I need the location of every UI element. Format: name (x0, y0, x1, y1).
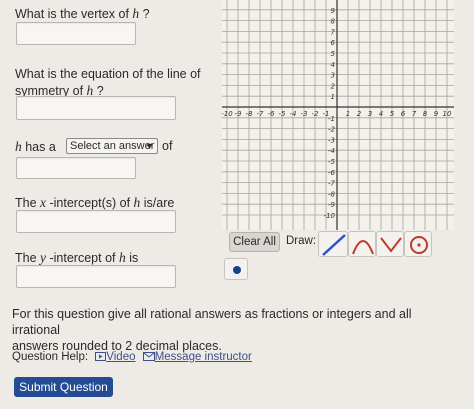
x-tick-label: 9 (434, 110, 439, 118)
x-tick-label: 5 (390, 110, 395, 118)
y-tick-label: -3 (328, 136, 335, 144)
y-tick-label: 3 (331, 72, 335, 80)
y-intercept-answer-input[interactable] (16, 265, 176, 288)
x-tick-label: -9 (235, 110, 243, 118)
question-help-label: Question Help: (12, 351, 89, 363)
x-tick-label: -5 (279, 110, 287, 118)
extremum-answer-input[interactable] (16, 157, 136, 179)
parabola-down-tool-icon (380, 237, 402, 253)
y-tick-label: 1 (331, 93, 335, 101)
x-intercept-question-mid: -intercept(s) of (46, 196, 134, 210)
y-tick-label: -10 (324, 212, 336, 220)
message-instructor-link[interactable]: Message instructor (142, 351, 252, 363)
video-icon (95, 352, 107, 361)
y-tick-label: 7 (331, 28, 336, 36)
x-tick-label: 3 (368, 110, 372, 118)
point-tool-icon (233, 266, 241, 274)
symmetry-question: What is the equation of the line of symm… (15, 67, 215, 99)
x-intercept-question-suffix: is/are (140, 196, 175, 210)
parabola-up-tool-icon (352, 240, 374, 255)
vertex-answer-input[interactable] (16, 22, 136, 45)
y-tick-label: -6 (328, 169, 336, 177)
y-tick-label: 8 (331, 18, 336, 26)
y-tick-label: 9 (331, 7, 336, 15)
clear-all-button[interactable]: Clear All (229, 232, 280, 252)
y-intercept-question-prefix: The (15, 251, 41, 265)
y-intercept-question-mid: -intercept of (46, 251, 119, 265)
circle-tool-button[interactable] (404, 231, 432, 257)
max-min-select-value: Select an answer (70, 140, 155, 152)
instructions: For this question give all rational answ… (12, 306, 462, 354)
y-tick-label: -1 (328, 115, 335, 123)
video-link[interactable]: Video (95, 351, 138, 363)
symmetry-question-line1: What is the equation of the line of (15, 67, 201, 81)
y-tick-label: 5 (331, 50, 336, 58)
video-link-text[interactable]: Video (106, 351, 135, 363)
circle-tool-icon (410, 236, 428, 254)
chevron-down-icon: ▼ (145, 141, 154, 151)
x-intercept-question: The x -intercept(s) of h is/are (15, 195, 174, 211)
function-var: h (15, 139, 22, 154)
y-tick-label: -7 (328, 180, 336, 188)
x-tick-label: -4 (290, 110, 297, 118)
line-tool-icon (322, 234, 346, 256)
extremum-question-suffix: of (162, 139, 173, 153)
y-tick-label: 6 (331, 39, 336, 47)
x-tick-label: 6 (401, 110, 406, 118)
y-intercept-question: The y -intercept of h is (15, 250, 138, 266)
x-tick-label: -8 (246, 110, 254, 118)
x-intercept-question-prefix: The (15, 196, 41, 210)
coordinate-graph[interactable]: -10 -9 -8 -7 -6 -5 -4 -3 -2 -1 1 2 3 4 5 6 7 8 9 1098765432… (222, 0, 454, 230)
y-tick-label: -5 (328, 158, 336, 166)
x-tick-label: 7 (412, 110, 417, 118)
x-tick-label: -3 (301, 110, 308, 118)
x-tick-label: -6 (268, 110, 276, 118)
x-tick-label: 1 (346, 110, 350, 118)
y-tick-label: -4 (328, 147, 335, 155)
y-intercept-question-suffix: is (125, 251, 139, 265)
point-tool-button[interactable] (224, 258, 248, 280)
function-var: h (118, 250, 126, 265)
vertex-question-text: What is the vertex of (15, 7, 133, 21)
symmetry-answer-input[interactable] (16, 96, 176, 120)
line-tool-button[interactable] (318, 231, 348, 257)
x-tick-label: -7 (257, 110, 265, 118)
x-tick-label: 2 (357, 110, 362, 118)
instructions-line1: For this question give all rational answ… (12, 307, 412, 337)
x-tick-label: 10 (443, 110, 452, 118)
extremum-question-text: has a (21, 140, 56, 154)
envelope-icon (142, 352, 155, 361)
max-min-select[interactable]: Select an answer ▼ (66, 138, 158, 154)
y-tick-label: -8 (328, 190, 336, 198)
parabola-up-tool-button[interactable] (348, 231, 376, 257)
x-tick-label: -2 (312, 110, 320, 118)
x-tick-label: 8 (423, 110, 428, 118)
parabola-down-tool-button[interactable] (376, 231, 404, 257)
x-tick-label: 4 (379, 110, 383, 118)
submit-question-button[interactable]: Submit Question (14, 377, 113, 397)
x-tick-label: -10 (222, 110, 233, 118)
draw-label: Draw: (286, 235, 317, 247)
y-tick-label: -2 (328, 126, 336, 134)
message-instructor-link-text[interactable]: Message instructor (155, 351, 252, 363)
vertex-question-suffix: ? (139, 7, 150, 21)
vertex-question: What is the vertex of h ? (15, 6, 150, 22)
y-tick-label: -9 (328, 201, 336, 209)
y-tick-label: 4 (331, 61, 335, 69)
y-tick-label: 2 (331, 82, 336, 90)
question-help-row: Question Help: Video Message instructor (12, 350, 252, 364)
x-intercept-answer-input[interactable] (16, 210, 176, 233)
